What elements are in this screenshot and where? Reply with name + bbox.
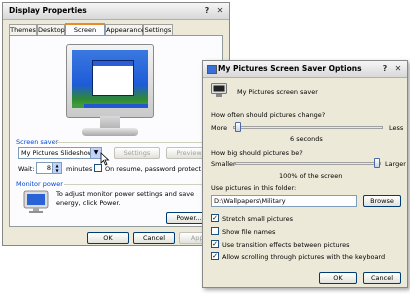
options-cancel-button[interactable]: Cancel (363, 272, 401, 284)
minutes-label: minutes (66, 165, 93, 173)
screen-saver-selected: My Pictures Slideshow (21, 149, 93, 157)
picture-size-value: 100% of the screen (279, 172, 343, 180)
picture-size-thumb[interactable] (373, 158, 380, 168)
options-ok-button[interactable]: OK (319, 272, 357, 284)
tab-appearance[interactable]: Appearance (105, 24, 145, 35)
transition-effects-checkbox[interactable]: ✓ (211, 240, 219, 248)
screen-saver-select[interactable]: My Pictures Slideshow ▼ (18, 147, 102, 159)
display-properties-window: Display Properties ? ✕ Themes Desktop Sc… (2, 2, 230, 246)
stretch-small-pictures-label: Stretch small pictures (222, 215, 293, 223)
folder-label: Use pictures in this folder: (211, 184, 297, 192)
preview-start-button (72, 104, 84, 108)
tab-desktop[interactable]: Desktop (37, 24, 65, 35)
wait-value: 8 (46, 164, 51, 172)
options-title: My Pictures Screen Saver Options (218, 64, 362, 73)
monitor-preview (66, 44, 154, 144)
tab-settings[interactable]: Settings (143, 24, 173, 35)
wait-label: Wait: (18, 165, 35, 173)
password-protect-checkbox[interactable] (94, 164, 102, 172)
password-protect-label: On resume, password protect (105, 165, 202, 173)
browse-button[interactable]: Browse (363, 195, 401, 207)
size-slider-min-label: Smaller (211, 160, 236, 168)
preview-window (92, 60, 134, 96)
change-slider-min-label: More (211, 124, 228, 132)
monitor-power-description: To adjust monitor power settings and sav… (56, 190, 195, 207)
folder-path-input[interactable]: D:\Wallpapers\Military (211, 195, 357, 207)
keyboard-scrolling-label: Allow scrolling through pictures with th… (222, 253, 386, 261)
change-frequency-thumb[interactable] (234, 122, 241, 132)
change-frequency-question: How often should pictures change? (211, 111, 326, 119)
show-file-names-checkbox[interactable] (211, 227, 219, 235)
wait-spinner[interactable]: 8 ▲ ▼ (36, 162, 62, 174)
picture-size-slider[interactable] (235, 162, 381, 165)
show-file-names-label: Show file names (222, 228, 276, 236)
settings-button[interactable]: Settings (114, 147, 160, 159)
options-help-icon[interactable]: ? (379, 63, 391, 74)
cancel-button[interactable]: Cancel (133, 232, 175, 244)
options-close-icon[interactable]: ✕ (392, 63, 404, 74)
options-titlebar[interactable]: My Pictures Screen Saver Options ? ✕ (203, 61, 407, 78)
change-frequency-value: 6 seconds (290, 135, 323, 143)
stretch-small-pictures-checkbox[interactable]: ✓ (211, 214, 219, 222)
screen-saver-options-dialog: My Pictures Screen Saver Options ? ✕ My … (202, 60, 408, 288)
monitor-power-divider (64, 184, 218, 185)
display-properties-titlebar[interactable]: Display Properties ? ✕ (3, 3, 229, 20)
size-slider-max-label: Larger (385, 160, 406, 168)
tab-themes[interactable]: Themes (9, 24, 37, 35)
monitor-screen (72, 50, 148, 108)
ok-button[interactable]: OK (87, 232, 129, 244)
spinner-arrows-icon[interactable]: ▲ ▼ (52, 163, 61, 173)
screen-saver-group-label: Screen saver (16, 138, 59, 146)
change-slider-max-label: Less (389, 124, 404, 132)
screen-saver-divider (54, 142, 218, 143)
window-title: Display Properties (9, 6, 87, 15)
options-title-icon (207, 65, 217, 74)
options-header-label: My Pictures screen saver (237, 88, 318, 96)
change-frequency-slider[interactable] (233, 126, 383, 129)
keyboard-scrolling-checkbox[interactable]: ✓ (211, 252, 219, 260)
close-icon[interactable]: ✕ (214, 5, 226, 16)
help-icon[interactable]: ? (201, 5, 213, 16)
monitor-base (82, 128, 138, 136)
monitor-power-icon (23, 190, 49, 213)
screen-saver-panel: Screen saver My Pictures Slideshow ▼ Set… (9, 35, 223, 227)
monitor-power-group-label: Monitor power (16, 180, 63, 188)
screen-saver-monitor-icon (211, 83, 227, 97)
picture-size-question: How big should pictures be? (211, 149, 303, 157)
transition-effects-label: Use transition effects between pictures (222, 241, 350, 249)
